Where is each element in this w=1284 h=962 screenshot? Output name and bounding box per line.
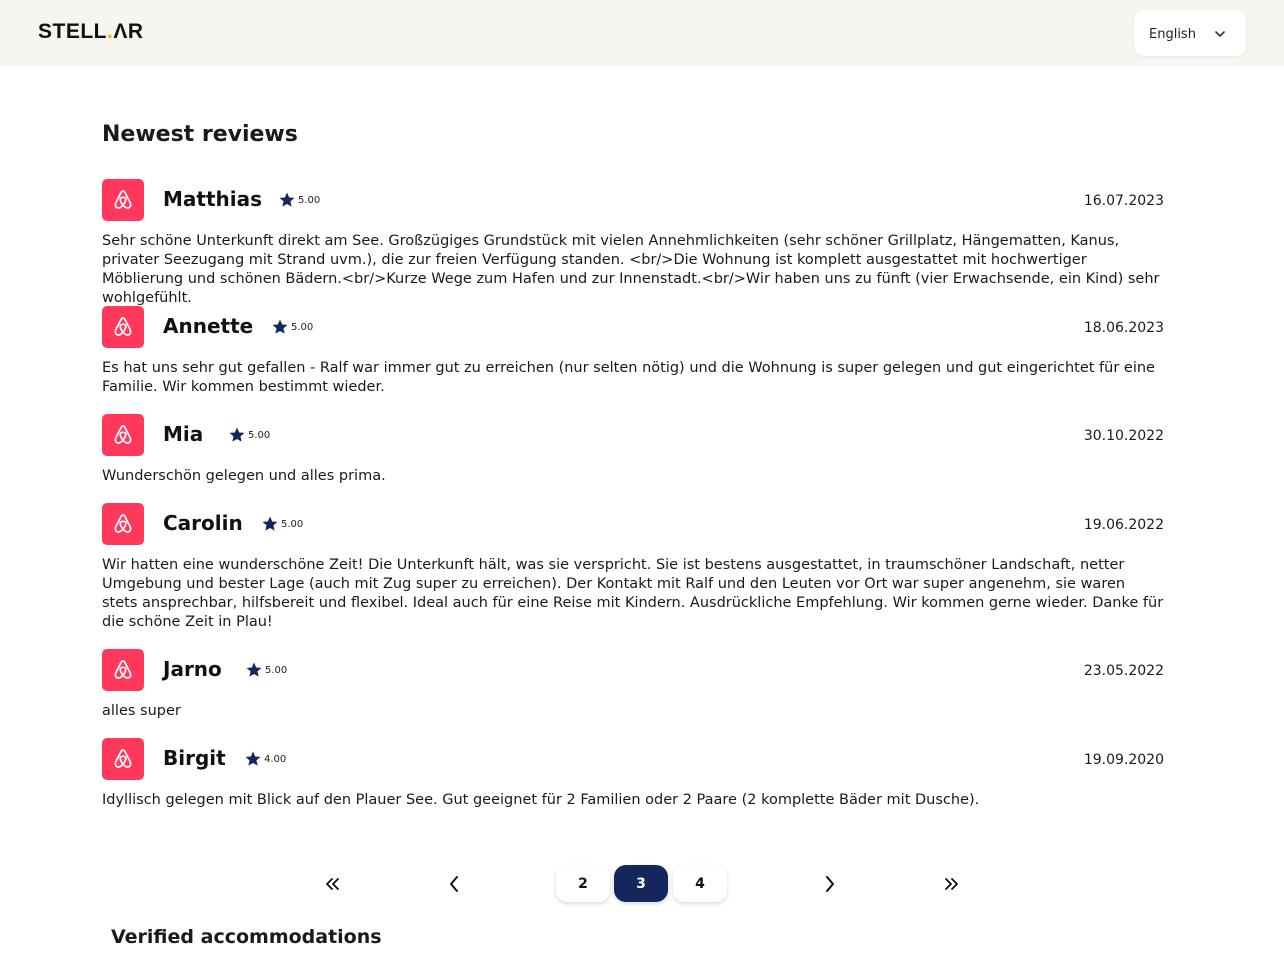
- chevron-right-icon: [826, 876, 834, 892]
- airbnb-icon: [102, 649, 144, 691]
- rating: 4.00: [244, 750, 286, 768]
- review-text: Sehr schöne Unterkunft direkt am See. Gr…: [102, 233, 1160, 306]
- review-text: Idyllisch gelegen mit Blick auf den Plau…: [102, 792, 980, 808]
- pagination: 2 3 4: [0, 865, 1284, 903]
- first-page-button[interactable]: [322, 875, 342, 893]
- rating-value: 5.00: [248, 429, 271, 441]
- rating: 5.00: [261, 515, 303, 533]
- review-text: Wir hatten eine wunderschöne Zeit! Die U…: [102, 557, 1164, 630]
- star-icon: [262, 516, 278, 531]
- chevron-left-icon: [450, 876, 458, 892]
- next-page-button[interactable]: [820, 875, 840, 893]
- page-button-4[interactable]: 4: [673, 865, 727, 902]
- airbnb-icon: [102, 306, 144, 348]
- double-chevron-left-icon: [326, 878, 339, 890]
- rating: 5.00: [245, 661, 287, 679]
- previous-page-button[interactable]: [444, 875, 464, 893]
- rating-value: 5.00: [298, 194, 321, 206]
- review-date: 19.09.2020: [1083, 752, 1164, 768]
- review-date: 16.07.2023: [1083, 193, 1164, 209]
- review-date: 30.10.2022: [1083, 428, 1164, 444]
- star-icon: [245, 751, 261, 766]
- logo-text-right: ΛR: [113, 20, 144, 43]
- airbnb-icon: [102, 414, 144, 456]
- page-button-2[interactable]: 2: [556, 865, 610, 902]
- logo-text-left: STELL: [38, 20, 107, 43]
- top-bar: STELL.ΛR English: [0, 0, 1284, 66]
- star-icon: [279, 192, 295, 207]
- rating-value: 4.00: [264, 753, 287, 765]
- reviewer-name: Matthias: [163, 187, 263, 211]
- rating-value: 5.00: [291, 321, 314, 333]
- section-title-verified-accommodations: Verified accommodations: [111, 926, 382, 948]
- star-icon: [229, 427, 245, 442]
- last-page-button[interactable]: [942, 875, 962, 893]
- airbnb-icon: [102, 738, 144, 780]
- rating-value: 5.00: [265, 664, 288, 676]
- review-date: 19.06.2022: [1083, 517, 1164, 533]
- review-text: Wunderschön gelegen und alles prima.: [102, 468, 386, 484]
- star-icon: [246, 662, 262, 677]
- language-selector[interactable]: English: [1134, 10, 1246, 56]
- language-label: English: [1149, 27, 1196, 42]
- rating: 5.00: [278, 191, 320, 209]
- review-text: alles super: [102, 703, 181, 719]
- airbnb-icon: [102, 503, 144, 545]
- reviewer-name: Carolin: [163, 511, 243, 535]
- review-text: Es hat uns sehr gut gefallen - Ralf war …: [102, 360, 1155, 395]
- rating: 5.00: [228, 426, 270, 444]
- airbnb-icon: [102, 179, 144, 221]
- rating-value: 5.00: [281, 518, 304, 530]
- reviewer-name: Annette: [163, 314, 254, 338]
- page-button-3-current[interactable]: 3: [614, 865, 668, 902]
- rating: 5.00: [271, 318, 313, 336]
- double-chevron-right-icon: [945, 878, 958, 890]
- chevron-down-icon: [1215, 31, 1225, 37]
- reviewer-name: Jarno: [163, 657, 222, 681]
- star-icon: [272, 319, 288, 334]
- reviewer-name: Mia: [163, 422, 204, 446]
- review-date: 18.06.2023: [1083, 320, 1164, 336]
- section-title-newest-reviews: Newest reviews: [102, 122, 298, 147]
- reviewer-name: Birgit: [163, 746, 226, 770]
- review-date: 23.05.2022: [1083, 663, 1164, 679]
- stellar-logo[interactable]: STELL.ΛR: [38, 20, 144, 44]
